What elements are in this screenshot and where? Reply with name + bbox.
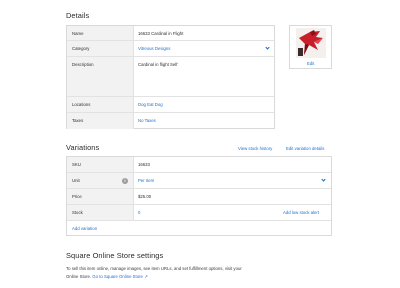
taxes-row[interactable]: Taxes No Taxes [67,113,274,129]
sku-field[interactable]: 16633 [138,162,150,167]
unit-row[interactable]: Unit i Per Item [67,173,331,189]
image-edit-link[interactable]: Edit [307,61,314,66]
unit-label: Unit [72,178,80,183]
locations-row[interactable]: Locations Dog Eat Dog [67,97,274,113]
variations-table: SKU 16633 Unit i Per Item Price $25.00 S… [66,156,332,236]
details-heading: Details [66,11,90,20]
add-variation-row[interactable]: Add variation [67,221,331,236]
stock-row[interactable]: Stock 0 Add low stock alert [67,205,331,221]
name-label: Name [72,31,84,36]
go-to-online-store-link[interactable]: Go to Square Online Store ↗ [92,274,147,279]
category-row[interactable]: Category Vitreous Designs [67,41,274,57]
locations-link[interactable]: Dog Eat Dog [138,102,163,107]
sku-label: SKU [72,162,81,167]
category-label: Category [72,46,90,51]
category-select[interactable]: Vitreous Designs [138,46,170,51]
chevron-down-icon[interactable] [321,177,326,182]
online-store-text: To sell this item online, manage images,… [66,266,242,271]
name-field[interactable]: 16633 Cardinal in Flight [138,31,183,36]
online-store-line2: Online Store. Go to Square Online Store … [66,274,148,280]
add-variation-link[interactable]: Add variation [72,226,97,231]
taxes-label: Taxes [72,118,84,123]
cardinal-image [296,28,326,58]
sku-row[interactable]: SKU 16633 [67,157,331,173]
unit-select[interactable]: Per Item [138,178,154,183]
name-row[interactable]: Name 16633 Cardinal in Flight [67,26,274,41]
price-row[interactable]: Price $25.00 [67,189,331,205]
locations-label: Locations [72,102,91,107]
stock-field[interactable]: 0 [138,210,140,215]
description-field[interactable]: Cardinal in flight Sell' [138,62,178,67]
item-image-card[interactable]: Edit [289,25,332,69]
variations-heading: Variations [66,143,100,152]
edit-variation-details-link[interactable]: Edit variation details [286,146,324,151]
price-field[interactable]: $25.00 [138,194,151,199]
chevron-down-icon[interactable] [265,45,270,50]
online-store-heading: Square Online Store settings [66,251,164,260]
online-store-text-suffix: Online Store. [66,274,92,279]
description-row[interactable]: Description Cardinal in flight Sell' [67,57,274,97]
add-low-stock-alert-link[interactable]: Add low stock alert [283,210,319,215]
price-label: Price [72,194,82,199]
stock-label: Stock [72,210,83,215]
details-table: Name 16633 Cardinal in Flight Category V… [66,25,275,129]
taxes-link[interactable]: No Taxes [138,118,156,123]
view-stock-history-link[interactable]: View stock history [238,146,272,151]
info-icon[interactable]: i [122,178,128,184]
description-label: Description [72,62,94,67]
